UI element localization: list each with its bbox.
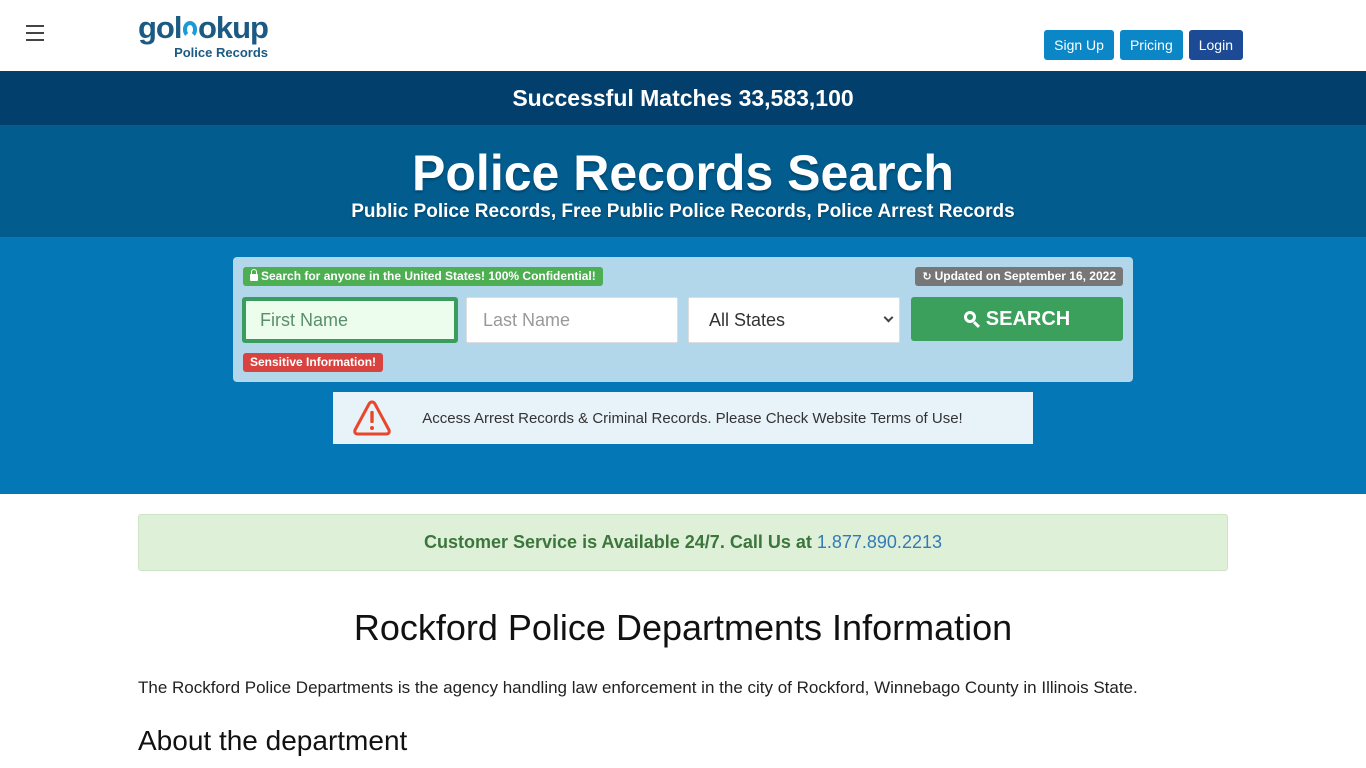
last-name-input[interactable]: [466, 297, 678, 343]
updated-badge-text: Updated on September 16, 2022: [934, 269, 1116, 283]
logo-ring-icon: [182, 21, 197, 38]
search-button[interactable]: SEARCH: [911, 297, 1123, 341]
successful-matches-banner: Successful Matches 33,583,100: [0, 71, 1366, 125]
logo-text-end: okup: [197, 10, 269, 45]
intro-paragraph: The Rockford Police Departments is the a…: [138, 678, 1138, 697]
logo-text-start: gol: [138, 10, 182, 45]
header-nav: Sign Up Pricing Login: [1044, 30, 1243, 60]
customer-service-alert: Customer Service is Available 24/7. Call…: [138, 514, 1228, 571]
site-header: gol okup Police Records Sign Up Pricing L…: [0, 0, 1366, 71]
notice-text: Access Arrest Records & Criminal Records…: [422, 409, 963, 427]
signup-button[interactable]: Sign Up: [1044, 30, 1114, 60]
phone-link[interactable]: 1.877.890.2213: [817, 532, 942, 552]
confidential-badge-text: Search for anyone in the United States! …: [261, 269, 596, 283]
page-title: Rockford Police Departments Information: [353, 607, 1013, 648]
updated-badge: ↻ Updated on September 16, 2022: [915, 267, 1123, 286]
warning-icon: [353, 400, 391, 436]
pricing-button[interactable]: Pricing: [1119, 30, 1183, 60]
login-button[interactable]: Login: [1188, 30, 1243, 60]
search-button-label: SEARCH: [985, 307, 1071, 330]
confidential-badge: Search for anyone in the United States! …: [243, 267, 603, 286]
golookup-logo[interactable]: gol okup Police Records: [138, 10, 269, 61]
lock-icon: [250, 269, 258, 281]
terms-notice: Access Arrest Records & Criminal Records…: [333, 392, 1033, 444]
refresh-icon: ↻: [922, 271, 932, 283]
first-name-input[interactable]: [242, 297, 458, 343]
customer-service-text: Customer Service is Available 24/7. Call…: [424, 532, 817, 552]
hamburger-menu-icon[interactable]: [26, 25, 44, 41]
logo-subtitle: Police Records: [174, 45, 268, 60]
hero-title: Police Records Search: [412, 145, 954, 201]
section-heading-about: About the department: [138, 725, 408, 756]
hero-banner: Police Records Search Public Police Reco…: [0, 125, 1366, 237]
search-section: Search for anyone in the United States! …: [0, 237, 1366, 494]
hero-subtitle: Public Police Records, Free Public Polic…: [351, 201, 1015, 222]
sensitive-info-badge: Sensitive Information!: [243, 353, 384, 372]
logo-wordmark: gol okup: [138, 10, 269, 45]
main-content: Customer Service is Available 24/7. Call…: [138, 514, 1228, 757]
search-icon: [963, 311, 980, 327]
search-form: Search for anyone in the United States! …: [233, 257, 1133, 382]
state-select[interactable]: All States: [688, 297, 900, 343]
